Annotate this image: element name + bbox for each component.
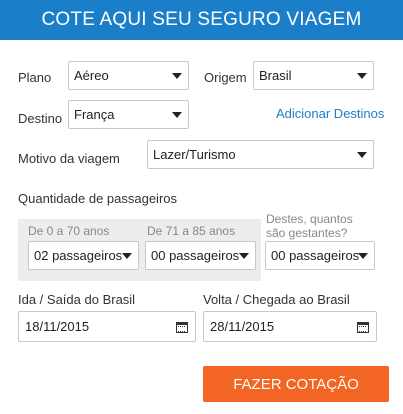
ida-date-input[interactable]: 18/11/2015 (18, 311, 196, 342)
ida-date-value: 18/11/2015 (25, 319, 90, 334)
age-0-70-label: De 0 a 70 anos (28, 224, 110, 238)
age-71-85-select[interactable]: 00 passageiros (145, 241, 256, 270)
age-71-85-label: De 71 a 85 anos (147, 224, 236, 238)
form-title: COTE AQUI SEU SEGURO VIAGEM (41, 9, 362, 30)
chevron-down-icon (239, 253, 249, 259)
age-0-70-value: 02 passageiros (34, 248, 123, 263)
chevron-down-icon (357, 152, 367, 158)
passengers-title: Quantidade de passageiros (18, 191, 178, 206)
age-0-70-select[interactable]: 02 passageiros (28, 241, 139, 270)
add-destinations-link[interactable]: Adicionar Destinos (276, 106, 384, 121)
ida-label: Ida / Saída do Brasil (18, 292, 136, 307)
form-header: COTE AQUI SEU SEGURO VIAGEM (0, 0, 403, 40)
destino-value: França (74, 107, 115, 122)
calendar-icon[interactable] (357, 322, 369, 333)
origem-label: Origem (204, 70, 247, 85)
destino-label: Destino (18, 111, 63, 126)
gestantes-value: 00 passageiros (271, 248, 360, 263)
get-quote-button[interactable]: FAZER COTAÇÃO (203, 366, 389, 402)
gestantes-label-line2: são gestantes? (266, 226, 348, 240)
chevron-down-icon (357, 73, 367, 79)
chevron-down-icon (358, 253, 368, 259)
get-quote-label: FAZER COTAÇÃO (233, 375, 359, 393)
origem-value: Brasil (259, 68, 292, 83)
chevron-down-icon (172, 73, 182, 79)
motivo-value: Lazer/Turismo (153, 147, 236, 162)
age-71-85-value: 00 passageiros (151, 248, 240, 263)
volta-date-value: 28/11/2015 (210, 319, 275, 334)
gestantes-select[interactable]: 00 passageiros (265, 241, 375, 270)
motivo-select[interactable]: Lazer/Turismo (147, 140, 374, 169)
plano-select[interactable]: Aéreo (68, 61, 189, 90)
destino-select[interactable]: França (68, 100, 189, 129)
origem-select[interactable]: Brasil (253, 61, 374, 90)
volta-date-input[interactable]: 28/11/2015 (203, 311, 377, 342)
plano-label: Plano (18, 70, 52, 85)
chevron-down-icon (172, 112, 182, 118)
volta-label: Volta / Chegada ao Brasil (203, 292, 350, 307)
plano-value: Aéreo (74, 68, 109, 83)
chevron-down-icon (122, 253, 132, 259)
calendar-icon[interactable] (176, 322, 188, 333)
motivo-label: Motivo da viagem (18, 151, 120, 166)
gestantes-label-line1: Destes, quantos (266, 212, 353, 226)
